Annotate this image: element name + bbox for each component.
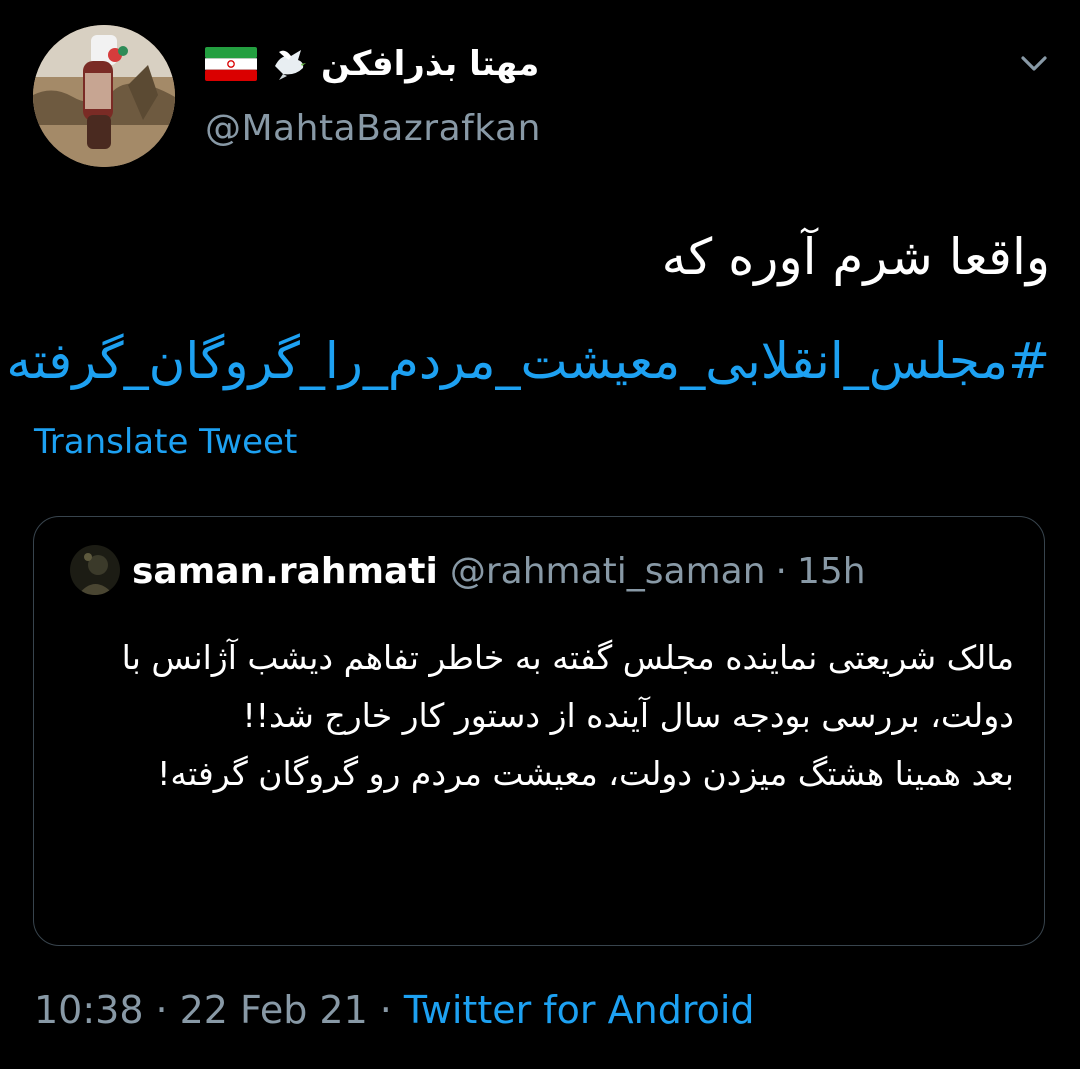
iran-flag-icon bbox=[205, 47, 257, 81]
quoted-text: مالک شریعتی نماینده مجلس گفته به خاطر تف… bbox=[121, 638, 1014, 793]
footer-separator-1: · bbox=[155, 988, 168, 1032]
tweet-time[interactable]: 10:38 bbox=[34, 988, 144, 1032]
tweet-date[interactable]: 22 Feb 21 bbox=[180, 988, 368, 1032]
author-display-name: مهتا بذرافکن bbox=[321, 44, 540, 84]
tweet-footer: 10:38 · 22 Feb 21 · Twitter for Android bbox=[34, 985, 755, 1035]
tweet-text: واقعا شرم آوره که #مجلس_انقلابی_معیشت_مر… bbox=[6, 205, 1050, 413]
dove-icon bbox=[275, 50, 306, 80]
tweet-text-plain: واقعا شرم آوره که bbox=[661, 228, 1050, 286]
tweet-source-link[interactable]: Twitter for Android bbox=[404, 988, 755, 1032]
chevron-down-icon[interactable] bbox=[1018, 50, 1050, 78]
quoted-display-name: saman.rahmati bbox=[132, 550, 438, 592]
avatar[interactable] bbox=[33, 25, 175, 167]
translate-tweet-link[interactable]: Translate Tweet bbox=[34, 422, 297, 462]
quoted-tweet-card[interactable]: saman.rahmati @rahmati_saman · 15h مالک … bbox=[33, 516, 1045, 946]
quoted-handle: @rahmati_saman bbox=[449, 550, 766, 592]
avatar-photo bbox=[33, 25, 175, 167]
quoted-separator: · bbox=[775, 550, 787, 592]
footer-separator-2: · bbox=[379, 988, 392, 1032]
quoted-avatar bbox=[70, 545, 120, 595]
author-name-row[interactable]: مهتا بذرافکن bbox=[205, 38, 539, 90]
quoted-header: saman.rahmati @rahmati_saman · 15h bbox=[132, 547, 866, 595]
author-handle[interactable]: @MahtaBazrafkan bbox=[205, 108, 541, 149]
quoted-time: 15h bbox=[797, 550, 866, 592]
quoted-avatar-photo bbox=[70, 545, 120, 595]
hashtag-link[interactable]: #مجلس_انقلابی_معیشت_مردم_را_گروگان_گرفته bbox=[6, 332, 1050, 390]
